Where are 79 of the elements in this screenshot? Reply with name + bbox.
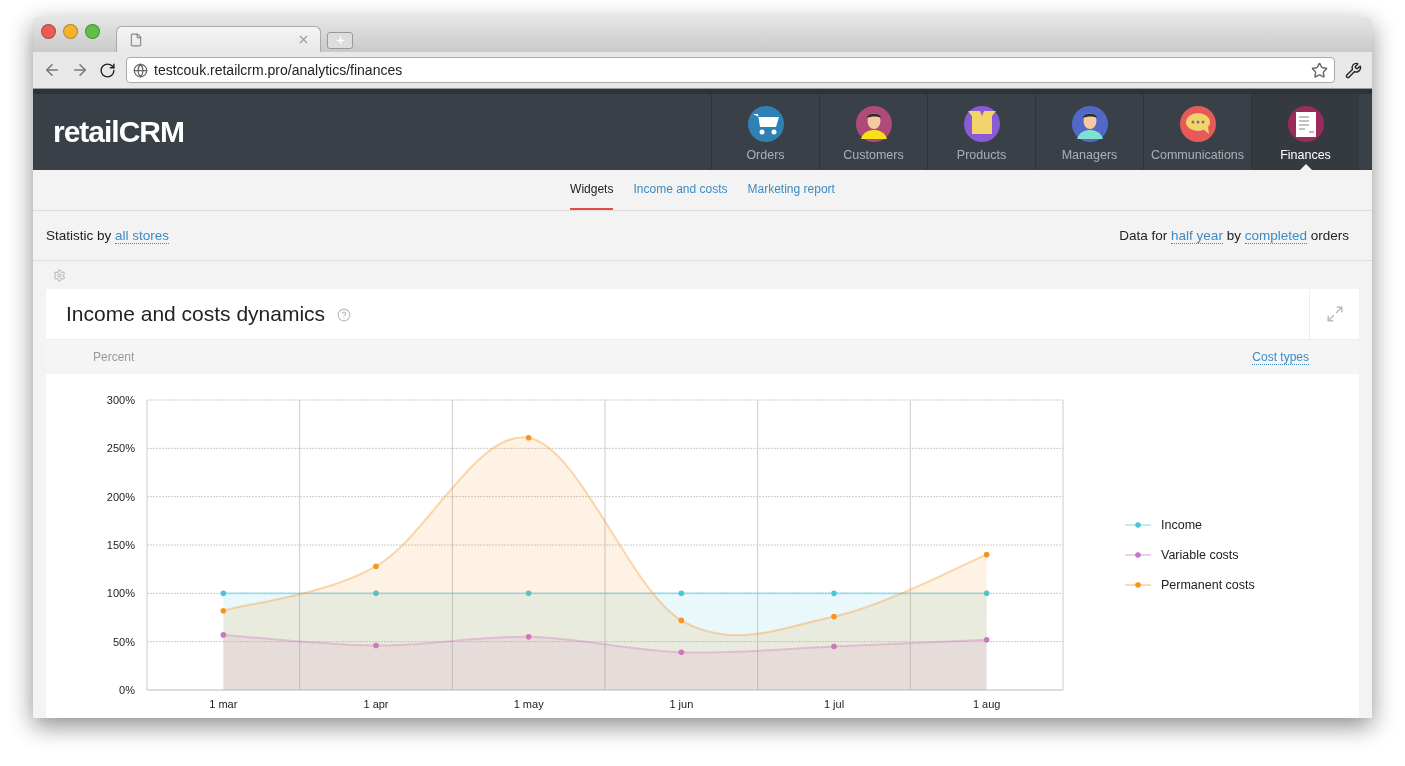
star-icon[interactable] bbox=[1311, 61, 1328, 79]
x-axis-label: 1 apr bbox=[363, 698, 389, 710]
y-axis-label: 100% bbox=[106, 587, 135, 600]
back-icon[interactable] bbox=[43, 61, 61, 79]
data-point bbox=[678, 649, 685, 656]
filter-text: Data for bbox=[1119, 228, 1169, 243]
data-point bbox=[220, 607, 227, 614]
widget-title: Income and costs dynamics bbox=[66, 302, 1297, 326]
wrench-icon[interactable] bbox=[1345, 61, 1362, 79]
cost-types-link[interactable]: Cost types bbox=[1252, 349, 1309, 365]
legend-label: Variable costs bbox=[1161, 548, 1239, 562]
filter-link[interactable]: all stores bbox=[115, 228, 170, 244]
data-point bbox=[678, 617, 685, 624]
data-point bbox=[678, 590, 685, 597]
y-axis-label: 250% bbox=[106, 442, 135, 455]
url-text: testcouk.retailcrm.pro/analytics/finances bbox=[154, 62, 403, 78]
unit-label: Percent bbox=[93, 350, 135, 364]
legend-label: Permanent costs bbox=[1161, 578, 1255, 592]
x-axis-label: 1 jun bbox=[669, 698, 694, 710]
nav-item[interactable]: Products bbox=[927, 94, 1035, 170]
expand-icon bbox=[1325, 305, 1344, 323]
data-point bbox=[525, 634, 532, 640]
nav-item[interactable]: Finances bbox=[1251, 94, 1359, 170]
person-icon bbox=[854, 105, 893, 143]
data-point bbox=[220, 590, 227, 597]
data-point bbox=[831, 590, 837, 597]
page-icon bbox=[129, 32, 143, 47]
data-point bbox=[831, 643, 837, 650]
filter-link[interactable]: half year bbox=[1171, 228, 1223, 244]
person-icon bbox=[1070, 105, 1109, 143]
filter-text: by bbox=[1225, 228, 1242, 243]
data-point bbox=[373, 563, 379, 570]
zoom-window-button[interactable] bbox=[85, 24, 100, 39]
y-axis-label: 150% bbox=[106, 539, 135, 551]
logo[interactable]: retailCRM bbox=[53, 115, 711, 149]
forward-icon[interactable] bbox=[71, 61, 89, 79]
tab[interactable]: Income and costs bbox=[633, 170, 728, 210]
document-icon bbox=[1286, 105, 1325, 143]
chat-bubble-icon bbox=[1178, 105, 1217, 143]
settings-icon[interactable] bbox=[53, 268, 66, 282]
data-point bbox=[983, 636, 990, 643]
filter-text: Statistic by bbox=[46, 228, 113, 243]
reload-icon[interactable] bbox=[99, 61, 116, 79]
box-icon bbox=[962, 105, 1001, 143]
nav-item[interactable]: Orders bbox=[711, 94, 819, 170]
data-point bbox=[373, 590, 379, 597]
data-point bbox=[983, 590, 990, 597]
cart-icon bbox=[746, 105, 785, 143]
x-axis-label: 1 jul bbox=[823, 698, 845, 710]
data-point bbox=[525, 434, 532, 441]
data-point bbox=[373, 642, 379, 649]
y-axis-label: 50% bbox=[112, 635, 135, 648]
data-point bbox=[525, 590, 532, 597]
y-axis-label: 300% bbox=[106, 394, 135, 406]
filter-link[interactable]: completed bbox=[1244, 228, 1307, 244]
x-axis-label: 1 may bbox=[513, 698, 544, 710]
address-bar[interactable]: testcouk.retailcrm.pro/analytics/finances bbox=[126, 57, 1335, 83]
tab[interactable]: Marketing report bbox=[747, 170, 835, 210]
data-point bbox=[983, 551, 990, 558]
filter-text: orders bbox=[1309, 228, 1349, 243]
x-axis-label: 1 mar bbox=[209, 698, 238, 710]
nav-item[interactable]: Communications bbox=[1143, 94, 1251, 170]
nav-item[interactable]: Customers bbox=[819, 94, 927, 170]
minimize-window-button[interactable] bbox=[63, 24, 78, 39]
y-axis-label: 200% bbox=[106, 490, 135, 503]
data-point bbox=[831, 613, 837, 620]
x-axis-label: 1 aug bbox=[972, 698, 1001, 710]
legend-label: Income bbox=[1161, 518, 1202, 532]
globe-icon bbox=[133, 62, 148, 78]
close-window-button[interactable] bbox=[41, 24, 56, 39]
new-tab-button[interactable] bbox=[327, 32, 353, 49]
data-point bbox=[220, 632, 227, 638]
close-icon[interactable] bbox=[297, 33, 310, 46]
help-icon[interactable] bbox=[337, 308, 352, 323]
tab[interactable]: Widgets bbox=[570, 170, 614, 210]
nav-item[interactable]: Managers bbox=[1035, 94, 1143, 170]
y-axis-label: 0% bbox=[119, 684, 135, 696]
plus-icon bbox=[334, 35, 346, 46]
browser-tab[interactable] bbox=[116, 26, 321, 52]
